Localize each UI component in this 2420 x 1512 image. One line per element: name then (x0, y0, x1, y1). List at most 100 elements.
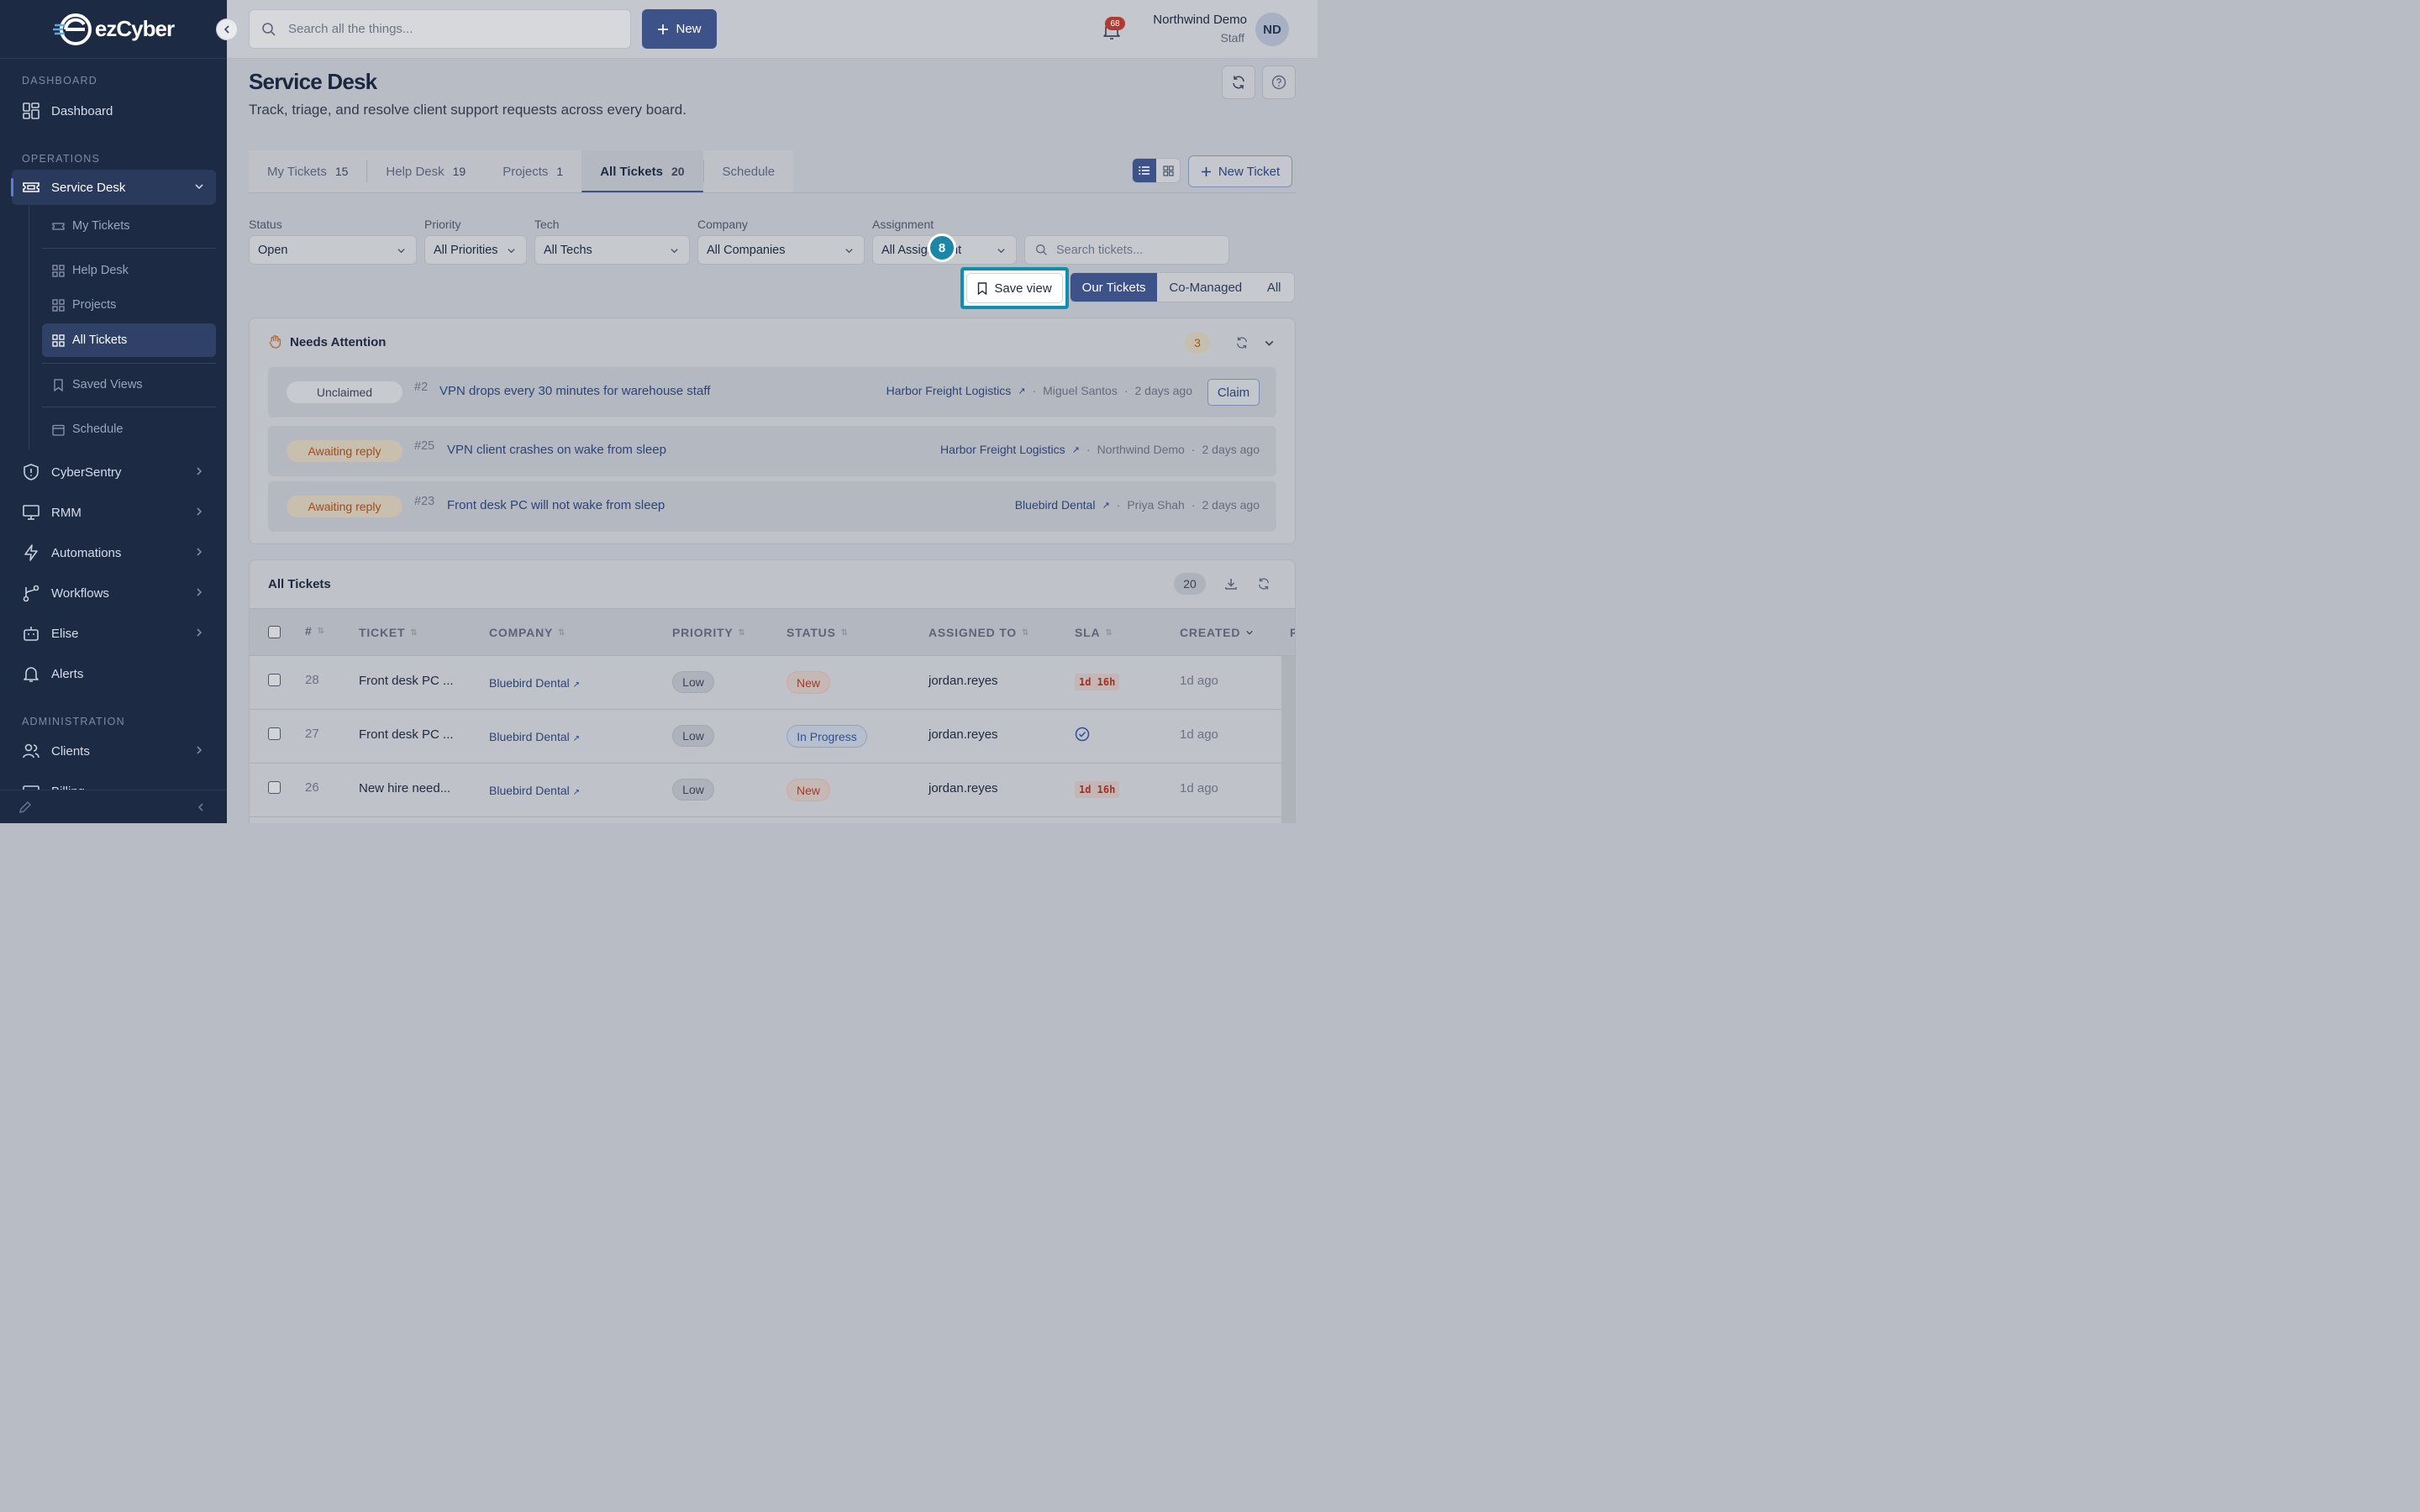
ticket-title-link[interactable]: VPN drops every 30 minutes for warehouse… (439, 384, 710, 398)
tab-my-tickets[interactable]: My Tickets 15 (249, 150, 366, 192)
attention-row[interactable]: Unclaimed #2 VPN drops every 30 minutes … (268, 367, 1276, 417)
sidebar-item-label: Clients (51, 743, 90, 759)
grid-icon (52, 333, 65, 347)
refresh-icon (1233, 76, 1244, 89)
company-link[interactable]: Bluebird Dental ↗ (489, 784, 580, 797)
sla-badge: 1d 16h (1075, 674, 1120, 690)
company-link[interactable]: Bluebird Dental ↗ (489, 676, 580, 690)
pencil-icon[interactable] (18, 801, 32, 814)
ticket-title-link[interactable]: New hire need... (359, 781, 450, 795)
company-link[interactable]: Harbor Freight Logistics (886, 384, 1012, 397)
column-header-created[interactable]: CREATED (1180, 626, 1254, 639)
column-label: STATUS (786, 626, 836, 639)
chevron-down-icon (671, 249, 678, 254)
brand-logo[interactable]: ezCyber (52, 13, 175, 46)
refresh-button[interactable] (1222, 66, 1255, 99)
company-link[interactable]: Harbor Freight Logistics (940, 443, 1065, 456)
collapse-sidebar-button[interactable] (216, 18, 238, 40)
claim-button[interactable]: Claim (1207, 379, 1260, 406)
new-button[interactable]: New (642, 9, 717, 49)
plus-icon (1201, 166, 1211, 176)
status-badge: New (786, 671, 830, 694)
avatar[interactable]: ND (1255, 13, 1289, 46)
sort-icon: ⇅ (410, 627, 418, 638)
assignee: jordan.reyes (929, 781, 998, 795)
column-header-company[interactable]: COMPANY ⇅ (489, 626, 566, 639)
notification-count-badge: 68 (1105, 17, 1125, 30)
column-header-assigned-to[interactable]: ASSIGNED TO ⇅ (929, 626, 1029, 639)
attention-row[interactable]: Awaiting reply #23 Front desk PC will no… (268, 481, 1276, 532)
scope-our-tickets[interactable]: Our Tickets (1071, 273, 1158, 302)
plus-icon (658, 24, 669, 34)
ticket-title-link[interactable]: Front desk PC ... (359, 674, 454, 688)
sidebar-subitem-saved-views[interactable]: Saved Views (42, 368, 216, 402)
sidebar-item-automations[interactable]: Automations (12, 535, 216, 570)
column-header-priority[interactable]: PRIORITY ⇅ (672, 626, 746, 639)
chevron-right-icon (197, 588, 203, 596)
sidebar-item-clients[interactable]: Clients (12, 733, 216, 769)
table-row[interactable]: 26 New hire need... Bluebird Dental ↗ Lo… (250, 764, 1283, 817)
chevron-left-icon[interactable] (196, 802, 206, 812)
assignee: jordan.reyes (929, 674, 998, 688)
company-filter-select[interactable]: All Companies (697, 235, 865, 265)
sidebar-subitem-projects[interactable]: Projects (42, 288, 216, 322)
column-header-sla[interactable]: SLA ⇅ (1075, 626, 1113, 639)
sidebar-subitem-my-tickets[interactable]: My Tickets (42, 209, 216, 243)
company-link[interactable]: Bluebird Dental (1015, 498, 1096, 512)
column-header-number[interactable]: # ⇅ (305, 624, 325, 638)
tab-label: Projects (502, 164, 549, 179)
select-all-checkbox[interactable] (268, 626, 281, 638)
ticket-icon (52, 222, 65, 230)
sidebar-subitem-schedule[interactable]: Schedule (42, 412, 216, 446)
chevron-right-icon (197, 548, 203, 556)
help-button[interactable] (1262, 66, 1296, 99)
ticket-number: #25 (414, 439, 435, 453)
sidebar-item-dashboard[interactable]: Dashboard (12, 93, 216, 129)
attention-row[interactable]: Awaiting reply #25 VPN client crashes on… (268, 426, 1276, 476)
list-view-button[interactable] (1133, 159, 1156, 182)
tech-filter-select[interactable]: All Techs (534, 235, 690, 265)
priority-filter-select[interactable]: All Priorities (424, 235, 527, 265)
refresh-icon[interactable] (1257, 577, 1270, 591)
row-checkbox[interactable] (268, 727, 281, 740)
status-filter-select[interactable]: Open (249, 235, 417, 265)
column-header-status[interactable]: STATUS ⇅ (786, 626, 849, 639)
column-header-more[interactable]: R (1290, 626, 1295, 639)
sidebar-item-workflows[interactable]: Workflows (12, 575, 216, 611)
new-ticket-button[interactable]: New Ticket (1188, 155, 1292, 187)
row-checkbox[interactable] (268, 674, 281, 686)
sidebar-item-label: Service Desk (51, 180, 126, 195)
download-icon[interactable] (1224, 577, 1238, 591)
ticket-search-input[interactable]: Search tickets... (1024, 235, 1229, 265)
scope-all[interactable]: All (1254, 273, 1294, 302)
external-link-icon: ↗ (572, 734, 581, 743)
tab-projects[interactable]: Projects 1 (484, 150, 581, 192)
refresh-icon[interactable] (1235, 336, 1249, 349)
sidebar-subitem-help-desk[interactable]: Help Desk (42, 254, 216, 287)
ticket-title-link[interactable]: VPN client crashes on wake from sleep (447, 443, 666, 457)
sidebar-item-service-desk[interactable]: Service Desk (11, 170, 216, 205)
sidebar-item-elise[interactable]: Elise (12, 616, 216, 651)
ticket-title-link[interactable]: Front desk PC will not wake from sleep (447, 498, 665, 512)
table-row[interactable]: 27 Front desk PC ... Bluebird Dental ↗ L… (250, 710, 1283, 764)
global-search-input[interactable]: Search all the things... (249, 9, 631, 49)
save-view-button[interactable]: Save view (966, 273, 1063, 303)
sidebar-subitem-label: Schedule (72, 423, 124, 436)
tab-all-tickets[interactable]: All Tickets 20 (581, 150, 703, 193)
chevron-down-icon[interactable] (1264, 338, 1275, 349)
tab-help-desk[interactable]: Help Desk 19 (367, 150, 484, 192)
tab-schedule[interactable]: Schedule (704, 150, 794, 192)
ticket-title-link[interactable]: Front desk PC ... (359, 727, 454, 742)
grid-view-button[interactable] (1156, 159, 1180, 182)
scope-co-managed[interactable]: Co-Managed (1157, 273, 1254, 302)
column-label: TICKET (359, 626, 406, 639)
table-row[interactable]: 28 Front desk PC ... Bluebird Dental ↗ L… (250, 656, 1283, 710)
sidebar-item-alerts[interactable]: Alerts (12, 656, 216, 691)
row-checkbox[interactable] (268, 781, 281, 794)
column-header-ticket[interactable]: TICKET ⇅ (359, 626, 418, 639)
sidebar-item-rmm[interactable]: RMM (12, 495, 216, 530)
company-link[interactable]: Bluebird Dental ↗ (489, 730, 580, 743)
sidebar-item-cybersentry[interactable]: CyberSentry (12, 454, 216, 490)
sidebar-subitem-all-tickets[interactable]: All Tickets (42, 323, 216, 357)
tabs-divider (249, 192, 1296, 193)
